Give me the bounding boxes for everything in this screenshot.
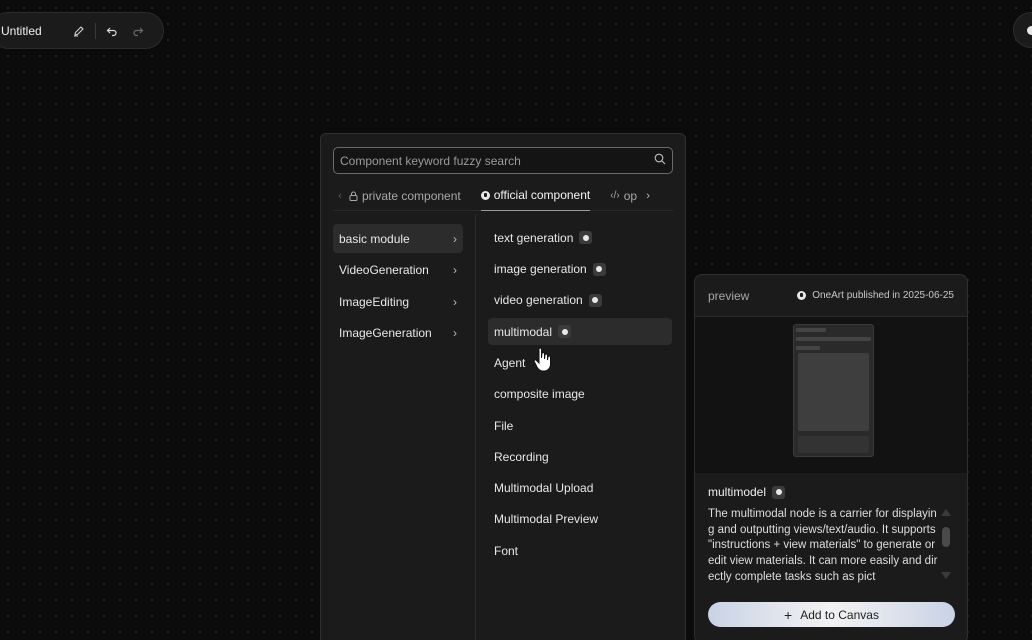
scroll-thumb[interactable] [942,527,950,547]
tabs-scroll-left-icon[interactable]: ‹ [333,190,347,202]
preview-description: The multimodal node is a carrier for dis… [708,508,938,583]
category-image-editing[interactable]: ImageEditing › [333,287,463,316]
component-composite-image[interactable]: composite image [488,380,672,408]
component-text-generation[interactable]: text generation [488,224,672,252]
tabs-scroll-right-icon[interactable]: › [641,190,655,202]
user-menu-button[interactable] [1013,12,1032,48]
component-multimodal-upload[interactable]: Multimodal Upload [488,474,672,502]
official-tag-icon [772,485,786,499]
add-to-canvas-label: Add to Canvas [800,607,879,622]
category-label: VideoGeneration [339,263,429,277]
chevron-right-icon: › [453,231,457,246]
tab-official-component[interactable]: official component [480,181,591,211]
redo-icon[interactable] [130,23,146,39]
component-label: text generation [494,230,574,245]
category-basic-module[interactable]: basic module › [333,224,463,253]
component-image-generation[interactable]: image generation [488,255,672,283]
tab-label: private component [362,188,461,203]
chevron-right-icon: › [453,326,457,340]
undo-icon[interactable] [104,23,120,39]
official-badge-icon [480,190,490,200]
chevron-right-icon: › [453,263,457,277]
hand-pointer-icon [533,347,551,372]
component-video-generation[interactable]: video generation [488,287,672,315]
component-recording[interactable]: Recording [488,443,672,471]
component-label: composite image [494,387,585,402]
publish-meta: OneArt published in 2025-06-25 [812,290,954,301]
tab-label: op [623,188,638,203]
toolbar-divider [95,22,96,39]
category-list: basic module › VideoGeneration › ImageEd… [333,224,463,350]
component-multimodal[interactable]: multimodal [488,317,672,346]
component-tabs: ‹ private component official component ‹… [333,181,673,211]
component-label: File [494,418,514,433]
chevron-right-icon: › [453,294,457,309]
canvas-toolbar: Untitled [0,12,164,49]
description-scrollbar[interactable] [941,509,951,579]
component-label: video generation [494,293,583,308]
official-tag-icon [558,325,572,339]
user-avatar-icon [1027,26,1032,35]
component-label: Font [494,543,519,558]
component-multimodal-preview[interactable]: Multimodal Preview [488,506,672,534]
add-to-canvas-button[interactable]: + Add to Canvas [708,602,955,627]
component-label: Agent [494,355,526,370]
lock-icon [349,191,358,201]
preview-header: preview OneArt published in 2025-06-25 [695,275,967,317]
plus-icon: + [784,606,793,623]
category-video-generation[interactable]: VideoGeneration › [333,256,463,285]
publisher-info: OneArt published in 2025-06-25 [797,290,954,301]
official-tag-icon [588,293,602,307]
edit-icon[interactable] [71,23,87,39]
category-label: basic module [339,231,410,246]
component-font[interactable]: Font [488,537,672,565]
tab-private-component[interactable]: private component [349,181,461,211]
component-name-label: multimodel [708,485,767,499]
preview-component-name: multimodel [708,485,786,499]
component-file[interactable]: File [488,412,672,440]
component-preview-card: preview OneArt published in 2025-06-25 m… [694,274,968,640]
tab-label: official component [493,188,591,202]
column-divider [475,214,476,640]
official-badge-icon [797,291,807,300]
official-tag-icon [579,231,593,245]
component-label: Multimodal Preview [494,512,599,527]
component-agent[interactable]: Agent [488,349,672,377]
tab-op[interactable]: ‹/› op [610,181,637,211]
document-title[interactable]: Untitled [1,24,51,38]
preview-image [695,317,967,473]
code-icon: ‹/› [610,190,620,201]
component-label: Multimodal Upload [494,481,594,496]
component-label: Recording [494,449,549,464]
category-label: ImageEditing [339,294,410,309]
category-image-generation[interactable]: ImageGeneration › [333,319,463,348]
search-icon[interactable] [654,152,666,170]
component-label: image generation [494,262,587,277]
component-label: multimodal [494,324,553,339]
component-picker-panel: ‹ private component official component ‹… [320,133,686,640]
preview-title: preview [708,288,750,303]
search-input[interactable] [340,153,654,168]
official-tag-icon [592,262,606,276]
scroll-up-icon[interactable] [941,509,951,516]
scroll-down-icon[interactable] [941,572,951,579]
component-list: text generation image generation video g… [488,224,672,568]
category-label: ImageGeneration [339,326,432,340]
search-box [333,147,673,174]
preview-thumbnail [793,324,874,457]
